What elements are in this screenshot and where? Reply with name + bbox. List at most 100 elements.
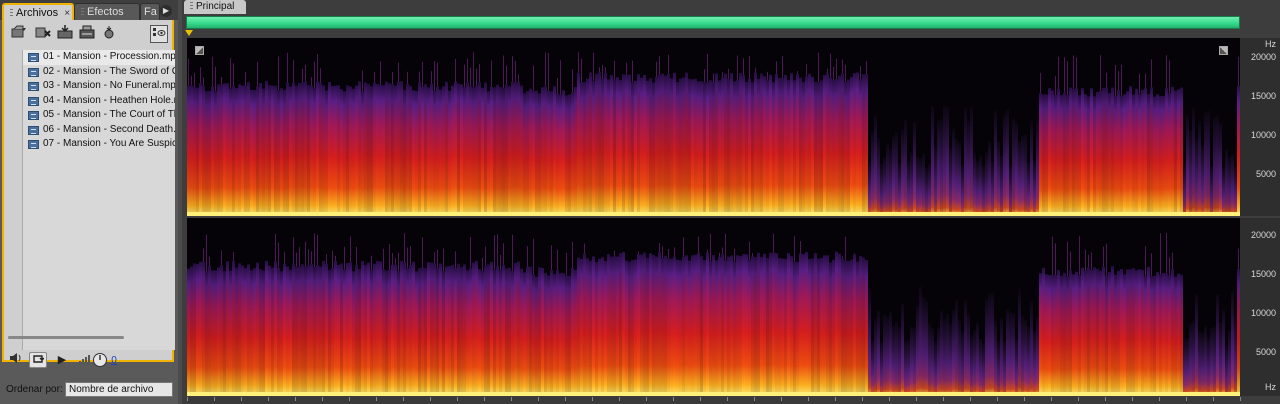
close-tab-icon[interactable]: ×	[64, 8, 70, 19]
time-ruler-tick	[808, 397, 809, 401]
view-options-icon[interactable]	[150, 25, 168, 43]
sort-select[interactable]: Nombre de archivo	[65, 382, 173, 397]
loop-button[interactable]	[29, 352, 47, 368]
volume-value[interactable]: 0	[110, 352, 118, 368]
audio-file-icon	[28, 53, 39, 62]
volume-bars-icon	[78, 352, 92, 368]
file-name: 06 - Mansion - Second Death.mp3	[43, 123, 175, 135]
frequency-scale-bottom: 20000 15000 10000 5000 Hz	[1240, 218, 1280, 396]
time-ruler-tick	[1024, 397, 1025, 401]
time-ruler-tick	[349, 397, 350, 401]
time-ruler-tick	[646, 397, 647, 401]
tab-label: Principal	[196, 1, 235, 12]
tab-label: Archivos	[16, 7, 59, 19]
time-ruler-tick	[970, 397, 971, 401]
zoom-corner-icon[interactable]	[1219, 46, 1228, 55]
hz-tick-label: 20000	[1250, 230, 1276, 240]
list-item[interactable]: 04 - Mansion - Heathen Hole.mp3	[23, 94, 175, 109]
main-editor-panel: Principal Hz 20000 15000 10000 5000 2000…	[182, 0, 1280, 404]
file-name: 07 - Mansion - You Are Suspicious	[43, 138, 175, 149]
spectrogram-image	[187, 52, 1240, 216]
frequency-scale-top: Hz 20000 15000 10000 5000	[1240, 38, 1280, 216]
hz-tick-label: 15000	[1250, 269, 1276, 279]
tab-favoritos[interactable]: Fa	[140, 3, 160, 20]
hz-tick-label: 15000	[1250, 91, 1276, 101]
file-name: 04 - Mansion - Heathen Hole.mp3	[43, 94, 175, 106]
time-ruler[interactable]	[187, 397, 1241, 404]
list-item[interactable]: 01 - Mansion - Procession.mp3	[23, 50, 175, 65]
spectrogram-image	[187, 232, 1240, 396]
spectrogram-left-channel[interactable]	[187, 38, 1240, 216]
time-ruler-tick	[754, 397, 755, 401]
list-item[interactable]: 05 - Mansion - The Court of The	[23, 108, 175, 123]
preview-transport: ▶ 0	[0, 344, 178, 378]
list-item[interactable]: 03 - Mansion - No Funeral.mp3	[23, 79, 175, 94]
list-item[interactable]: 07 - Mansion - You Are Suspicious	[23, 137, 175, 152]
grip-icon	[81, 7, 84, 17]
audio-file-icon	[28, 125, 39, 135]
volume-value-text[interactable]: 0	[111, 355, 117, 366]
time-ruler-tick	[673, 397, 674, 401]
time-ruler-tick	[295, 397, 296, 401]
time-ruler-tick	[1105, 397, 1106, 401]
hz-tick-label: 5000	[1255, 169, 1276, 179]
tab-archivos[interactable]: Archivos ×	[2, 3, 74, 20]
audio-file-icon	[28, 82, 39, 91]
time-ruler-tick	[1240, 397, 1241, 401]
playhead-marker-icon[interactable]	[185, 30, 193, 36]
time-ruler-tick	[781, 397, 782, 401]
play-icon[interactable]: ▶	[56, 352, 68, 368]
time-ruler-tick	[1078, 397, 1079, 401]
audio-file-icon	[28, 111, 39, 120]
open-file-icon[interactable]	[10, 25, 28, 43]
tab-label: Efectos	[87, 6, 124, 18]
extract-audio-icon[interactable]	[78, 25, 96, 43]
time-ruler-tick	[997, 397, 998, 401]
waveform-overview-bar[interactable]	[186, 16, 1240, 29]
time-ruler-tick	[187, 397, 188, 401]
panel-tabstrip: Archivos × Efectos Fa ▶	[0, 0, 178, 20]
audio-file-icon	[28, 67, 39, 77]
tab-label: Fa	[144, 6, 157, 18]
tab-principal[interactable]: Principal	[184, 0, 246, 14]
time-ruler-tick	[565, 397, 566, 401]
time-ruler-tick	[727, 397, 728, 401]
time-ruler-tick	[1132, 397, 1133, 401]
time-ruler-tick	[889, 397, 890, 401]
time-ruler-tick	[1159, 397, 1160, 401]
time-ruler-tick	[214, 397, 215, 401]
file-name: 03 - Mansion - No Funeral.mp3	[43, 80, 175, 91]
time-ruler-tick	[1051, 397, 1052, 401]
time-ruler-tick	[511, 397, 512, 401]
time-ruler-tick	[484, 397, 485, 401]
sort-row: Ordenar por: Nombre de archivo	[0, 380, 178, 400]
volume-knob-icon[interactable]	[92, 352, 108, 368]
hz-unit-label: Hz	[1265, 382, 1276, 392]
time-ruler-tick	[322, 397, 323, 401]
panel-menu-icon[interactable]: ▶	[160, 5, 172, 17]
horizontal-scrollbar[interactable]	[8, 336, 124, 339]
insert-icon[interactable]	[100, 25, 118, 43]
hz-tick-label: 20000	[1250, 52, 1276, 62]
audio-file-icon	[28, 140, 39, 149]
close-file-icon[interactable]	[34, 25, 52, 43]
time-ruler-tick	[1213, 397, 1214, 401]
hz-tick-label: 10000	[1250, 308, 1276, 318]
time-ruler-tick	[862, 397, 863, 401]
hz-tick-label: 5000	[1255, 347, 1276, 357]
files-panel-body: 01 - Mansion - Procession.mp3 02 - Mansi…	[2, 20, 175, 362]
import-icon[interactable]	[56, 25, 74, 43]
spectrogram-right-channel[interactable]	[187, 218, 1240, 396]
file-list[interactable]: 01 - Mansion - Procession.mp3 02 - Mansi…	[22, 50, 175, 350]
speaker-icon[interactable]	[8, 352, 24, 368]
time-ruler-tick	[538, 397, 539, 401]
time-ruler-tick	[376, 397, 377, 401]
time-ruler-tick	[268, 397, 269, 401]
list-item[interactable]: 06 - Mansion - Second Death.mp3	[23, 123, 175, 138]
tab-efectos[interactable]: Efectos	[74, 3, 140, 20]
zoom-corner-icon[interactable]	[195, 46, 204, 55]
hz-tick-label: 10000	[1250, 130, 1276, 140]
list-item[interactable]: 02 - Mansion - The Sword of God.mp3	[23, 65, 175, 80]
time-ruler-tick	[457, 397, 458, 401]
time-ruler-tick	[916, 397, 917, 401]
